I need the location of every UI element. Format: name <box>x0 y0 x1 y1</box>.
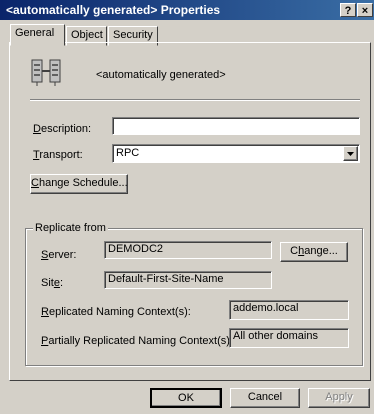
cancel-button[interactable]: Cancel <box>230 388 300 408</box>
object-name: <automatically generated> <box>96 69 226 81</box>
window-title: <automatically generated> Properties <box>6 3 221 17</box>
description-label: Description: <box>33 123 92 135</box>
close-button[interactable]: × <box>357 3 373 17</box>
title-bar[interactable]: <automatically generated> Properties ? × <box>0 0 374 20</box>
separator <box>30 99 360 101</box>
tab-general-label: General <box>15 27 55 39</box>
server-field: DEMODC2 <box>104 241 272 259</box>
server-label: Server: <box>41 249 77 261</box>
help-button[interactable]: ? <box>340 3 356 17</box>
tab-object-label: Object <box>71 29 103 41</box>
connection-icon <box>30 56 66 88</box>
description-input[interactable] <box>112 117 360 135</box>
transport-value: RPC <box>116 147 140 159</box>
site-field: Default-First-Site-Name <box>104 271 272 289</box>
transport-dropdown-button[interactable] <box>343 146 358 161</box>
change-schedule-button[interactable]: Change Schedule... <box>30 174 128 194</box>
partial-naming-context-label: Partially Replicated Naming Context(s): <box>41 335 233 347</box>
apply-button[interactable]: Apply <box>308 388 370 408</box>
tab-general[interactable]: General <box>10 24 65 46</box>
replicate-from-label: Replicate from <box>33 222 108 234</box>
tab-security-label: Security <box>113 29 153 41</box>
site-label: Site: <box>41 277 64 289</box>
ok-button[interactable]: OK <box>150 388 222 408</box>
transport-label: Transport: <box>33 149 83 161</box>
change-server-button[interactable]: Change... <box>280 242 348 262</box>
naming-context-label: Replicated Naming Context(s): <box>41 306 191 318</box>
transport-select[interactable]: RPC <box>112 144 360 163</box>
partial-naming-context-field: All other domains <box>229 328 349 348</box>
naming-context-field: addemo.local <box>229 300 349 320</box>
chevron-down-icon <box>347 152 354 156</box>
